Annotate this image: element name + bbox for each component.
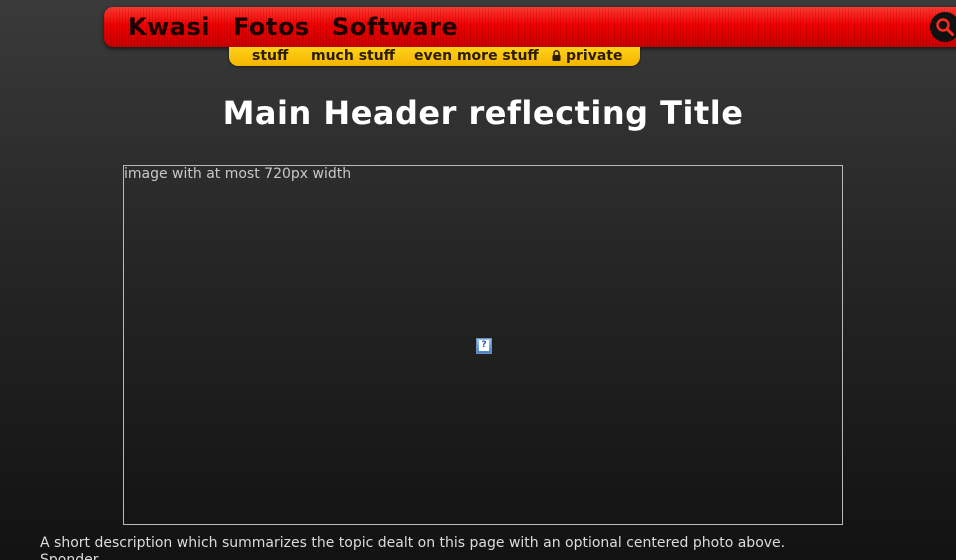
nav-item-kwasi[interactable]: Kwasi bbox=[128, 13, 210, 41]
author-name: Sponder bbox=[40, 552, 99, 560]
sub-nav-item-private[interactable]: private bbox=[552, 48, 623, 64]
page-description: A short description which summarizes the… bbox=[40, 535, 786, 551]
page-title: Main Header reflecting Title bbox=[222, 94, 744, 132]
sub-nav-item-private-label: private bbox=[566, 48, 623, 64]
sub-nav-item-even-more-stuff[interactable]: even more stuff bbox=[414, 48, 539, 64]
search-icon bbox=[936, 18, 954, 36]
main-nav-bar: Kwasi Fotos Software bbox=[104, 7, 956, 47]
lock-icon bbox=[552, 50, 561, 61]
page: Kwasi Fotos Software stuff much stuff ev… bbox=[0, 0, 956, 560]
sub-nav-item-stuff[interactable]: stuff bbox=[252, 48, 288, 64]
image-placeholder: image with at most 720px width ? bbox=[123, 165, 843, 525]
nav-item-fotos[interactable]: Fotos bbox=[233, 13, 310, 41]
sub-nav-bar: stuff much stuff even more stuff private bbox=[229, 47, 640, 66]
nav-item-software[interactable]: Software bbox=[332, 13, 458, 41]
broken-image-icon: ? bbox=[476, 338, 492, 354]
search-button[interactable] bbox=[930, 12, 956, 42]
sub-nav-item-much-stuff[interactable]: much stuff bbox=[311, 48, 395, 64]
image-alt-text: image with at most 720px width bbox=[124, 166, 352, 182]
